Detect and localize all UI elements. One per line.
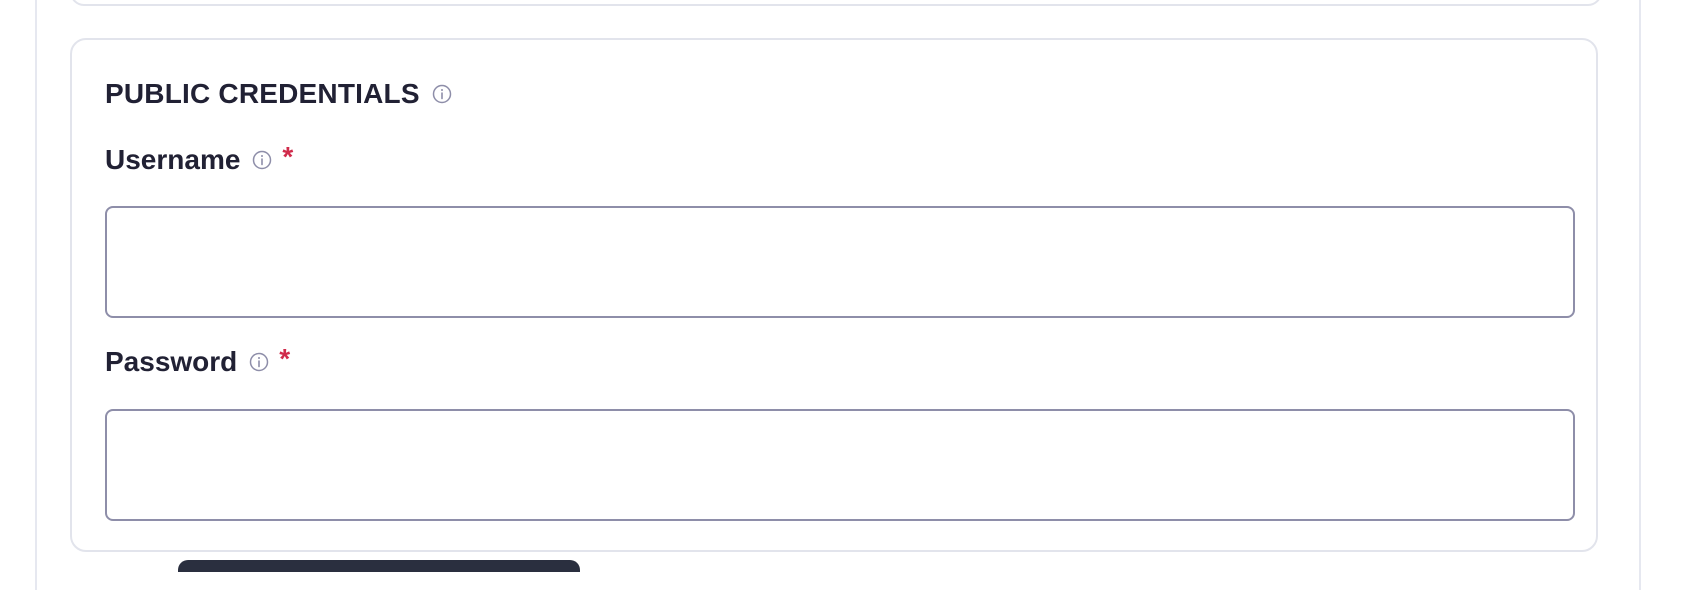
public-credentials-card: PUBLIC CREDENTIALS Username * Password * bbox=[70, 38, 1598, 552]
password-label-row: Password * bbox=[105, 343, 291, 378]
info-circle-icon[interactable] bbox=[432, 84, 452, 104]
section-title: PUBLIC CREDENTIALS bbox=[105, 78, 420, 109]
section-header: PUBLIC CREDENTIALS bbox=[105, 78, 452, 110]
previous-section-card bbox=[70, 0, 1602, 6]
username-input[interactable] bbox=[105, 206, 1575, 318]
password-input[interactable] bbox=[105, 409, 1575, 521]
info-circle-icon[interactable] bbox=[249, 352, 269, 372]
username-label: Username bbox=[105, 144, 241, 175]
bottom-toolbar-edge bbox=[178, 560, 580, 572]
info-circle-icon[interactable] bbox=[252, 150, 272, 170]
required-asterisk: * bbox=[282, 141, 294, 172]
required-asterisk: * bbox=[279, 343, 291, 374]
username-label-row: Username * bbox=[105, 141, 294, 176]
password-label: Password bbox=[105, 346, 238, 377]
